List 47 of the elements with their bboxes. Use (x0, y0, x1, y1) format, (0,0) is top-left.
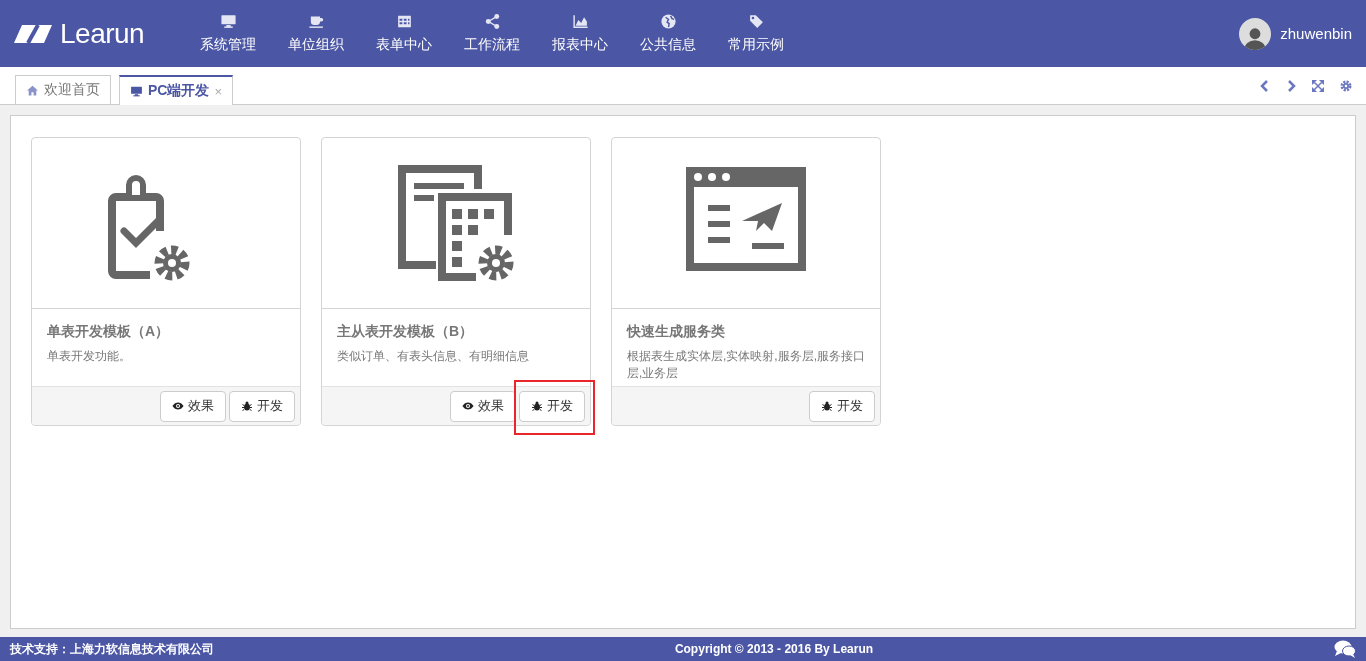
bug-icon (531, 400, 543, 412)
card-title: 快速生成服务类 (627, 323, 726, 341)
chart-icon (571, 13, 589, 30)
monitor-icon (219, 13, 237, 30)
tags-icon (747, 13, 765, 30)
bug-icon (241, 400, 253, 412)
eye-icon (172, 400, 184, 412)
globe-icon (659, 13, 677, 30)
table-gear-icon (398, 165, 514, 281)
tab[interactable]: 欢迎首页 (15, 75, 111, 104)
chevron-left-icon[interactable] (1260, 79, 1270, 92)
card-description: 类似订单、有表头信息、有明细信息 (337, 348, 530, 365)
grid-icon (395, 13, 413, 30)
eye-icon (462, 400, 474, 412)
user-name[interactable]: zhuwenbin (1280, 25, 1352, 42)
logo-text: Learun (60, 17, 145, 50)
clipboard-gear-icon (108, 175, 190, 281)
user-avatar[interactable] (1239, 17, 1272, 50)
card-description: 根据表生成实体层,实体映射,服务层,服务接口层,业务层 (627, 348, 865, 382)
nav-item[interactable]: 系统管理 (184, 13, 272, 54)
nav-item[interactable]: 公共信息 (624, 13, 712, 54)
nav-item[interactable]: 单位组织 (272, 13, 360, 54)
settings-icon[interactable] (1340, 79, 1352, 92)
fullscreen-icon[interactable] (1312, 79, 1324, 92)
develop-button[interactable]: 开发 (229, 390, 295, 422)
develop-button[interactable]: 开发 (519, 390, 585, 422)
card-description: 单表开发功能。 (47, 348, 132, 365)
nav-item[interactable]: 报表中心 (536, 13, 624, 54)
logo-icon (14, 22, 54, 45)
preview-button[interactable]: 效果 (160, 390, 226, 422)
browser-window-icon (686, 167, 806, 271)
support-text: 技术支持：上海力软信息技术有限公司 (10, 640, 214, 658)
nav-item[interactable]: 工作流程 (448, 13, 536, 54)
copyright-text: Copyright © 2013 - 2016 By Learun (673, 642, 875, 656)
nav-item[interactable]: 表单中心 (360, 13, 448, 54)
chevron-right-icon[interactable] (1286, 79, 1296, 92)
share-icon (483, 13, 501, 30)
chat-icon[interactable] (1334, 640, 1356, 658)
card-title: 主从表开发模板（B） (337, 323, 475, 341)
nav-item[interactable]: 常用示例 (712, 13, 800, 54)
home-icon (26, 83, 39, 97)
tab[interactable]: PC端开发 × (119, 75, 234, 105)
card-title: 单表开发模板（A） (47, 323, 171, 341)
preview-button[interactable]: 效果 (450, 390, 516, 422)
bug-icon (821, 400, 833, 412)
monitor-icon (130, 84, 143, 98)
develop-button[interactable]: 开发 (809, 390, 875, 422)
